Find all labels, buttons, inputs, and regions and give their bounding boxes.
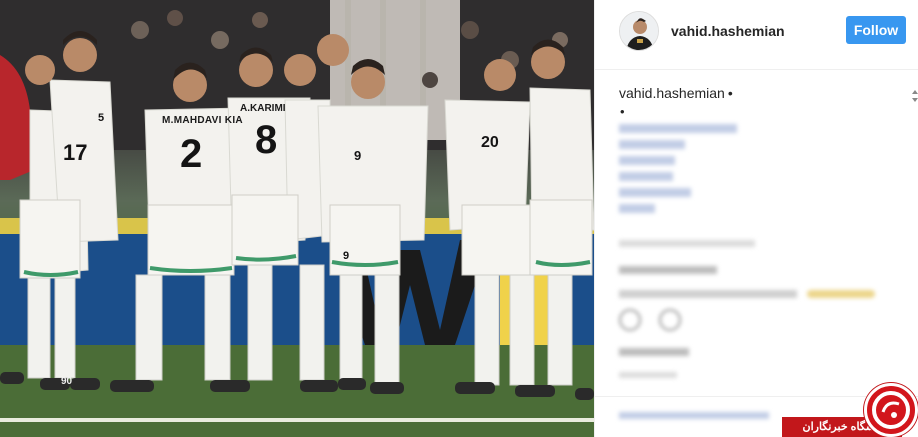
jersey-name-mahdavi-kia: M.MAHDAVI KIA	[162, 115, 243, 126]
post-username[interactable]: vahid.hashemian	[671, 23, 785, 39]
views-count	[619, 348, 689, 356]
shorts-number-9: 9	[343, 250, 350, 262]
jersey-number-2: 2	[180, 132, 203, 176]
jersey-number-20: 20	[481, 134, 499, 151]
comment-line	[619, 290, 875, 298]
avatar-icon	[620, 12, 658, 50]
jersey-number-17: 17	[63, 140, 88, 165]
caption-dot: •	[620, 104, 625, 119]
post-time	[619, 372, 677, 378]
jersey-number-9: 9	[354, 148, 362, 163]
translation-link[interactable]	[619, 240, 755, 247]
caption-username[interactable]: vahid.hashemian	[619, 85, 725, 101]
logo-icon	[872, 391, 910, 429]
post-photo[interactable]: M.MAHDAVI KIA A.KARIMI 2 8 9 20 17 5 9 9…	[0, 0, 594, 437]
photo-scene	[0, 0, 594, 437]
sock-number-90: 90	[61, 376, 73, 387]
hashtag-list	[619, 120, 779, 220]
like-icon[interactable]	[619, 309, 641, 331]
likes-count	[619, 266, 717, 274]
caption: vahid.hashemian •	[619, 85, 733, 101]
scroll-up-icon[interactable]	[912, 88, 918, 102]
watermark-logo	[864, 383, 918, 437]
login-prompt[interactable]	[619, 412, 769, 419]
jersey-number-8: 8	[255, 118, 278, 162]
jersey-name-karimi: A.KARIMI	[240, 103, 286, 114]
follow-button[interactable]: Follow	[846, 16, 906, 44]
post-header: vahid.hashemian Follow	[595, 0, 918, 70]
post-sidebar: vahid.hashemian Follow vahid.hashemian • …	[594, 0, 918, 437]
jersey-number-5: 5	[98, 112, 105, 124]
caption-separator: •	[727, 85, 733, 101]
avatar[interactable]	[619, 11, 659, 51]
comment-icon[interactable]	[659, 309, 681, 331]
